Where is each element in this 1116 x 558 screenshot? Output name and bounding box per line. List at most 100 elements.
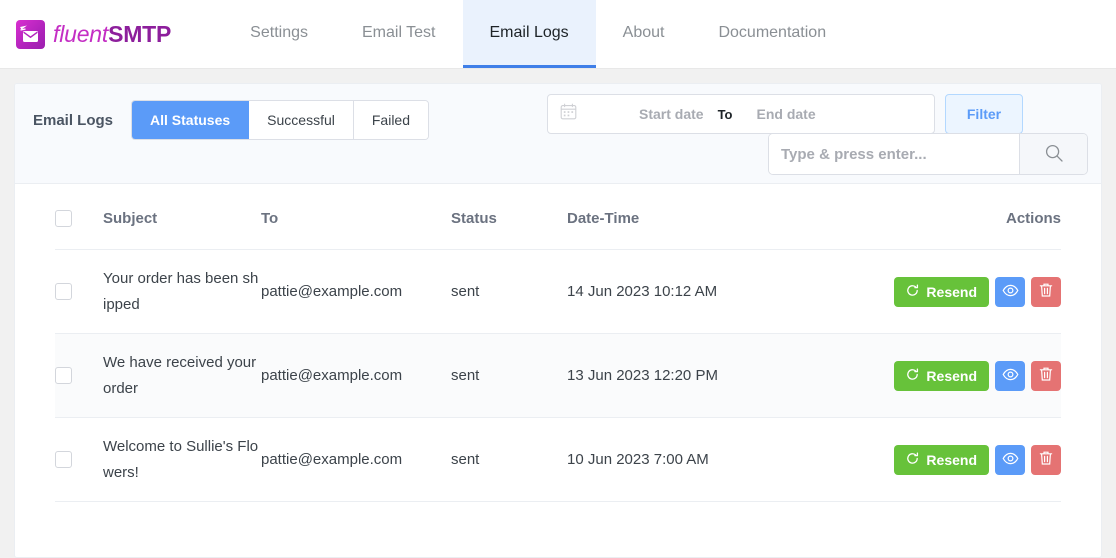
row-actions: Resend <box>869 276 1061 307</box>
refresh-icon <box>906 451 919 468</box>
column-header-to[interactable]: To <box>261 184 451 250</box>
column-header-subject[interactable]: Subject <box>103 184 261 250</box>
row-select-cell <box>55 333 103 418</box>
brand-name-bold: SMTP <box>108 20 172 47</box>
eye-icon <box>1002 450 1019 470</box>
search-input[interactable] <box>769 134 1019 174</box>
delete-button[interactable] <box>1031 360 1061 391</box>
row-checkbox[interactable] <box>55 367 72 384</box>
row-subject: We have received your order <box>103 333 261 418</box>
row-recipient: pattie@example.com <box>261 249 451 334</box>
row-subject: Your order has been shipped <box>103 249 261 334</box>
row-datetime: 14 Jun 2023 10:12 AM <box>567 249 807 334</box>
email-logs-table: Subject To Status Date-Time Actions Your… <box>55 184 1061 502</box>
resend-button-label: Resend <box>926 451 977 468</box>
select-all-checkbox[interactable] <box>55 210 72 227</box>
column-header-status[interactable]: Status <box>451 184 567 250</box>
delete-button[interactable] <box>1031 276 1061 307</box>
row-actions: Resend <box>869 360 1061 391</box>
nav-item-email-logs[interactable]: Email Logs <box>462 0 596 68</box>
status-filter-failed[interactable]: Failed <box>353 101 429 139</box>
filter-toolbar: Email Logs All Statuses Successful Faile… <box>15 84 1101 184</box>
date-range-picker[interactable]: Start date To End date <box>547 94 935 134</box>
nav-item-email-test[interactable]: Email Test <box>335 0 463 68</box>
row-status: sent <box>451 333 567 418</box>
view-button[interactable] <box>995 360 1025 391</box>
row-recipient: pattie@example.com <box>261 417 451 502</box>
trash-icon <box>1038 450 1054 469</box>
table-row[interactable]: We have received your order pattie@examp… <box>55 333 1061 418</box>
row-spacer <box>807 249 869 334</box>
status-filter-label: All Statuses <box>150 112 231 128</box>
refresh-icon <box>906 367 919 384</box>
eye-icon <box>1002 366 1019 386</box>
envelope-logo-icon <box>16 19 45 49</box>
nav-label: About <box>622 23 665 41</box>
main-nav: Settings Email Test Email Logs About Doc… <box>223 0 853 68</box>
search-box <box>769 134 1087 174</box>
table-row[interactable]: Welcome to Sullie's Flowers! pattie@exam… <box>55 417 1061 502</box>
row-actions: Resend <box>869 444 1061 475</box>
filter-button-label: Filter <box>966 106 1002 122</box>
row-checkbox[interactable] <box>55 451 72 468</box>
nav-label: Email Test <box>361 23 436 41</box>
trash-icon <box>1038 282 1054 301</box>
nav-item-documentation[interactable]: Documentation <box>691 0 853 68</box>
column-header-actions: Actions <box>869 184 1061 250</box>
table-row[interactable]: Your order has been shipped pattie@examp… <box>55 249 1061 334</box>
start-date-placeholder[interactable]: Start date <box>639 106 704 122</box>
brand-logo[interactable]: fluentSMTP <box>0 0 181 68</box>
filter-button[interactable]: Filter <box>945 94 1023 134</box>
resend-button[interactable]: Resend <box>894 360 989 391</box>
resend-button[interactable]: Resend <box>894 276 989 307</box>
row-subject: Welcome to Sullie's Flowers! <box>103 417 261 502</box>
row-status: sent <box>451 417 567 502</box>
status-filter-successful[interactable]: Successful <box>249 101 354 139</box>
table-head: Subject To Status Date-Time Actions <box>55 184 1061 250</box>
calendar-icon <box>560 103 577 125</box>
nav-label: Settings <box>250 23 308 41</box>
eye-icon <box>1002 282 1019 302</box>
email-logs-card: Email Logs All Statuses Successful Faile… <box>14 83 1102 558</box>
table-body: Your order has been shipped pattie@examp… <box>55 249 1061 502</box>
resend-button[interactable]: Resend <box>894 444 989 475</box>
view-button[interactable] <box>995 444 1025 475</box>
resend-button-label: Resend <box>926 283 977 300</box>
view-button[interactable] <box>995 276 1025 307</box>
search-icon <box>1044 143 1064 166</box>
delete-button[interactable] <box>1031 444 1061 475</box>
status-filter-label: Failed <box>371 112 411 128</box>
row-datetime: 10 Jun 2023 7:00 AM <box>567 417 807 502</box>
resend-button-label: Resend <box>926 367 977 384</box>
page-title: Email Logs <box>33 111 114 129</box>
search-button[interactable] <box>1019 134 1087 174</box>
nav-item-about[interactable]: About <box>596 0 692 68</box>
nav-item-settings[interactable]: Settings <box>223 0 335 68</box>
trash-icon <box>1038 366 1054 385</box>
top-navigation-bar: fluentSMTP Settings Email Test Email Log… <box>0 0 1116 69</box>
end-date-placeholder[interactable]: End date <box>757 106 816 122</box>
row-actions-cell: Resend <box>869 249 1061 334</box>
row-actions-cell: Resend <box>869 333 1061 418</box>
brand-name: fluentSMTP <box>53 20 172 47</box>
row-spacer <box>807 417 869 502</box>
status-filter-label: Successful <box>267 112 335 128</box>
row-datetime: 13 Jun 2023 12:20 PM <box>567 333 807 418</box>
filter-left-group: Email Logs All Statuses Successful Faile… <box>33 100 430 140</box>
date-range-separator: To <box>717 106 733 122</box>
status-filter-group: All Statuses Successful Failed <box>131 100 430 140</box>
refresh-icon <box>906 283 919 300</box>
nav-label: Email Logs <box>489 23 569 41</box>
page-body: Email Logs All Statuses Successful Faile… <box>0 69 1116 558</box>
row-status: sent <box>451 249 567 334</box>
row-checkbox[interactable] <box>55 283 72 300</box>
row-recipient: pattie@example.com <box>261 333 451 418</box>
row-actions-cell: Resend <box>869 417 1061 502</box>
brand-name-light: fluent <box>53 20 109 47</box>
nav-label: Documentation <box>718 23 827 41</box>
status-filter-all[interactable]: All Statuses <box>132 101 250 139</box>
select-all-header <box>55 184 103 250</box>
row-select-cell <box>55 417 103 502</box>
column-header-date-time[interactable]: Date-Time <box>567 184 807 250</box>
column-header-spacer <box>807 184 869 250</box>
